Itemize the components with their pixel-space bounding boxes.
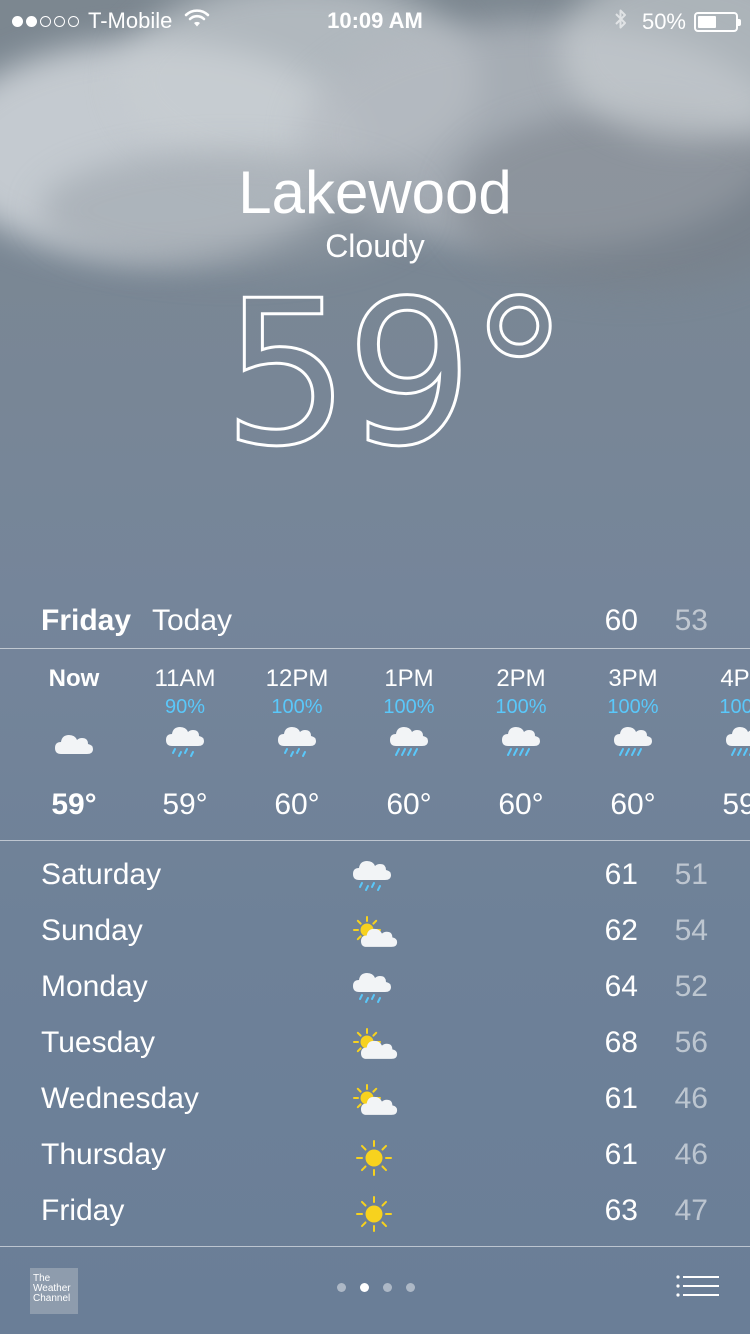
rain-icon — [352, 856, 398, 900]
weather-condition: Cloudy — [325, 228, 425, 264]
hour-temp: 59° — [722, 788, 750, 821]
today-summary: Friday Today 60 53 — [0, 600, 750, 644]
rain-icon — [165, 722, 205, 768]
heavy-rain-icon — [613, 722, 653, 768]
heavy-rain-icon — [389, 722, 429, 768]
list-icon — [676, 1275, 719, 1297]
battery-icon — [694, 12, 741, 32]
page-dot[interactable] — [406, 1283, 415, 1292]
hour-precip: 100% — [383, 696, 435, 718]
partly-sunny-icon — [352, 912, 398, 956]
hour-time: 1PM — [384, 665, 434, 692]
hour-temp: 59° — [51, 788, 97, 821]
hour-time: 4PM — [720, 665, 750, 692]
partly-sunny-icon — [352, 1024, 398, 1068]
day-name: Thursday — [41, 1138, 167, 1171]
status-right: 50% — [614, 8, 741, 36]
day-low: 47 — [674, 1194, 708, 1227]
today-label: Today — [152, 604, 233, 637]
rain-icon — [277, 722, 317, 768]
rain-icon — [352, 968, 398, 1012]
current-temperature: 59° — [0, 280, 750, 480]
status-bar: T-Mobile 10:09 AM 50% — [0, 0, 750, 40]
logo-line: Channel — [33, 1293, 71, 1304]
day-low: 51 — [674, 858, 708, 891]
weather-channel-logo[interactable]: The Weather Channel — [30, 1268, 78, 1314]
day-high: 64 — [604, 970, 638, 1003]
sun-icon — [352, 1136, 398, 1180]
daily-row: Sunday 62 54 — [0, 906, 750, 962]
page-dot[interactable] — [337, 1283, 346, 1292]
battery-percent: 50% — [641, 9, 686, 34]
day-name: Monday — [41, 970, 148, 1003]
day-high: 68 — [604, 1026, 638, 1059]
heavy-rain-icon — [725, 722, 750, 768]
hour-temp: 60° — [386, 788, 432, 821]
day-high: 63 — [604, 1194, 638, 1227]
daily-row: Thursday 61 46 — [0, 1130, 750, 1186]
page-dot[interactable] — [383, 1283, 392, 1292]
daily-row: Tuesday 68 56 — [0, 1018, 750, 1074]
day-name: Sunday — [41, 914, 143, 947]
hour-time: 11AM — [154, 665, 216, 692]
daily-row: Friday 63 47 — [0, 1186, 750, 1242]
bluetooth-icon — [614, 8, 628, 36]
day-high: 61 — [604, 1138, 638, 1171]
today-day: Friday — [41, 604, 132, 637]
page-dot[interactable] — [360, 1283, 369, 1292]
daily-row: Wednesday 61 46 — [0, 1074, 750, 1130]
hour-time: Now — [48, 665, 100, 692]
hour-precip: 100% — [607, 696, 659, 718]
divider-bottom — [0, 1246, 750, 1247]
page-indicator[interactable] — [330, 1283, 422, 1292]
hour-precip: 100% — [719, 696, 750, 718]
day-name: Tuesday — [41, 1026, 155, 1059]
daily-row: Saturday 61 51 — [0, 850, 750, 906]
hour-temp: 59° — [162, 788, 208, 821]
day-low: 56 — [674, 1026, 708, 1059]
divider-middle — [0, 840, 750, 841]
day-name: Friday — [41, 1194, 125, 1227]
day-name: Saturday — [41, 858, 162, 891]
partly-sunny-icon — [352, 1080, 398, 1124]
hour-precip: 100% — [271, 696, 323, 718]
city-name: Lakewood — [238, 159, 512, 226]
daily-row: Monday 64 52 — [0, 962, 750, 1018]
hour-temp: 60° — [498, 788, 544, 821]
hour-precip: 90% — [164, 696, 206, 718]
cloud-icon — [54, 722, 94, 768]
hourly-forecast[interactable]: Now 59° 11AM 90% 59° 12PM 100% 60° 1PM 1… — [0, 650, 750, 838]
sun-icon — [352, 1192, 398, 1236]
hour-temp: 60° — [274, 788, 320, 821]
day-high: 61 — [604, 1082, 638, 1115]
svg-text:59°: 59° — [223, 280, 566, 480]
hour-time: 3PM — [608, 665, 658, 692]
hour-precip: 100% — [495, 696, 547, 718]
day-low: 52 — [674, 970, 708, 1003]
heavy-rain-icon — [501, 722, 541, 768]
day-high: 62 — [604, 914, 638, 947]
today-high: 60 — [604, 604, 638, 637]
hour-time: 12PM — [265, 665, 329, 692]
day-low: 54 — [674, 914, 708, 947]
hour-time: 2PM — [496, 665, 546, 692]
divider-top — [0, 648, 750, 649]
day-high: 61 — [604, 858, 638, 891]
hour-temp: 60° — [610, 788, 656, 821]
city-list-button[interactable] — [675, 1274, 719, 1304]
footer-bar: The Weather Channel — [0, 1248, 750, 1334]
day-name: Wednesday — [41, 1082, 199, 1115]
day-low: 46 — [674, 1082, 708, 1115]
day-low: 46 — [674, 1138, 708, 1171]
today-low: 53 — [674, 604, 708, 637]
